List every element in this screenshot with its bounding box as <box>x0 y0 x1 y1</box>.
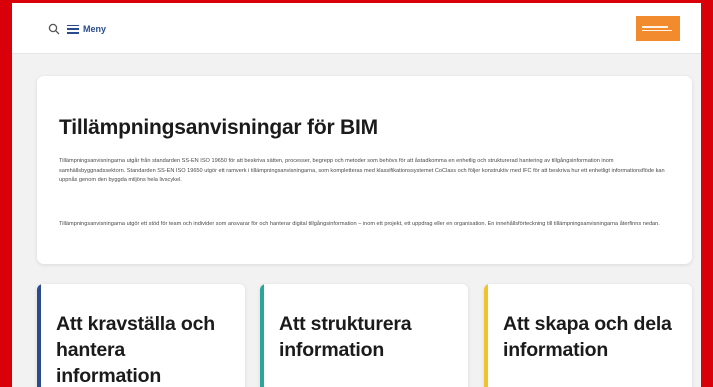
card-title: Att skapa och dela information <box>503 313 672 361</box>
browser-viewport: Meny Tillämpningsanvisningar för BIM Til… <box>12 3 701 387</box>
hamburger-icon <box>67 24 79 34</box>
card-kravstalla[interactable]: Att kravställa och hantera information <box>37 284 245 387</box>
card-strukturera[interactable]: Att strukturera information <box>260 284 468 387</box>
top-navigation-bar: Meny <box>12 3 701 54</box>
card-skapa-dela[interactable]: Att skapa och dela information <box>484 284 692 387</box>
intro-card: Tillämpningsanvisningar för BIM Tillämpn… <box>37 76 692 264</box>
card-title: Att kravställa och hantera information <box>56 313 215 387</box>
intro-paragraph: Tillämpningsanvisningarna utgår från sta… <box>59 158 665 184</box>
page-title: Tillämpningsanvisningar för BIM <box>59 116 378 139</box>
card-accent-bar <box>37 284 41 387</box>
card-accent-bar <box>260 284 264 387</box>
site-logo[interactable] <box>636 16 680 41</box>
intro-paragraph-secondary: Tillämpningsanvisningarna utgör ett stöd… <box>59 221 660 227</box>
card-title: Att strukturera information <box>279 313 412 361</box>
card-accent-bar <box>484 284 488 387</box>
search-icon[interactable] <box>48 23 60 35</box>
menu-button[interactable]: Meny <box>67 20 106 38</box>
menu-label: Meny <box>83 24 107 34</box>
